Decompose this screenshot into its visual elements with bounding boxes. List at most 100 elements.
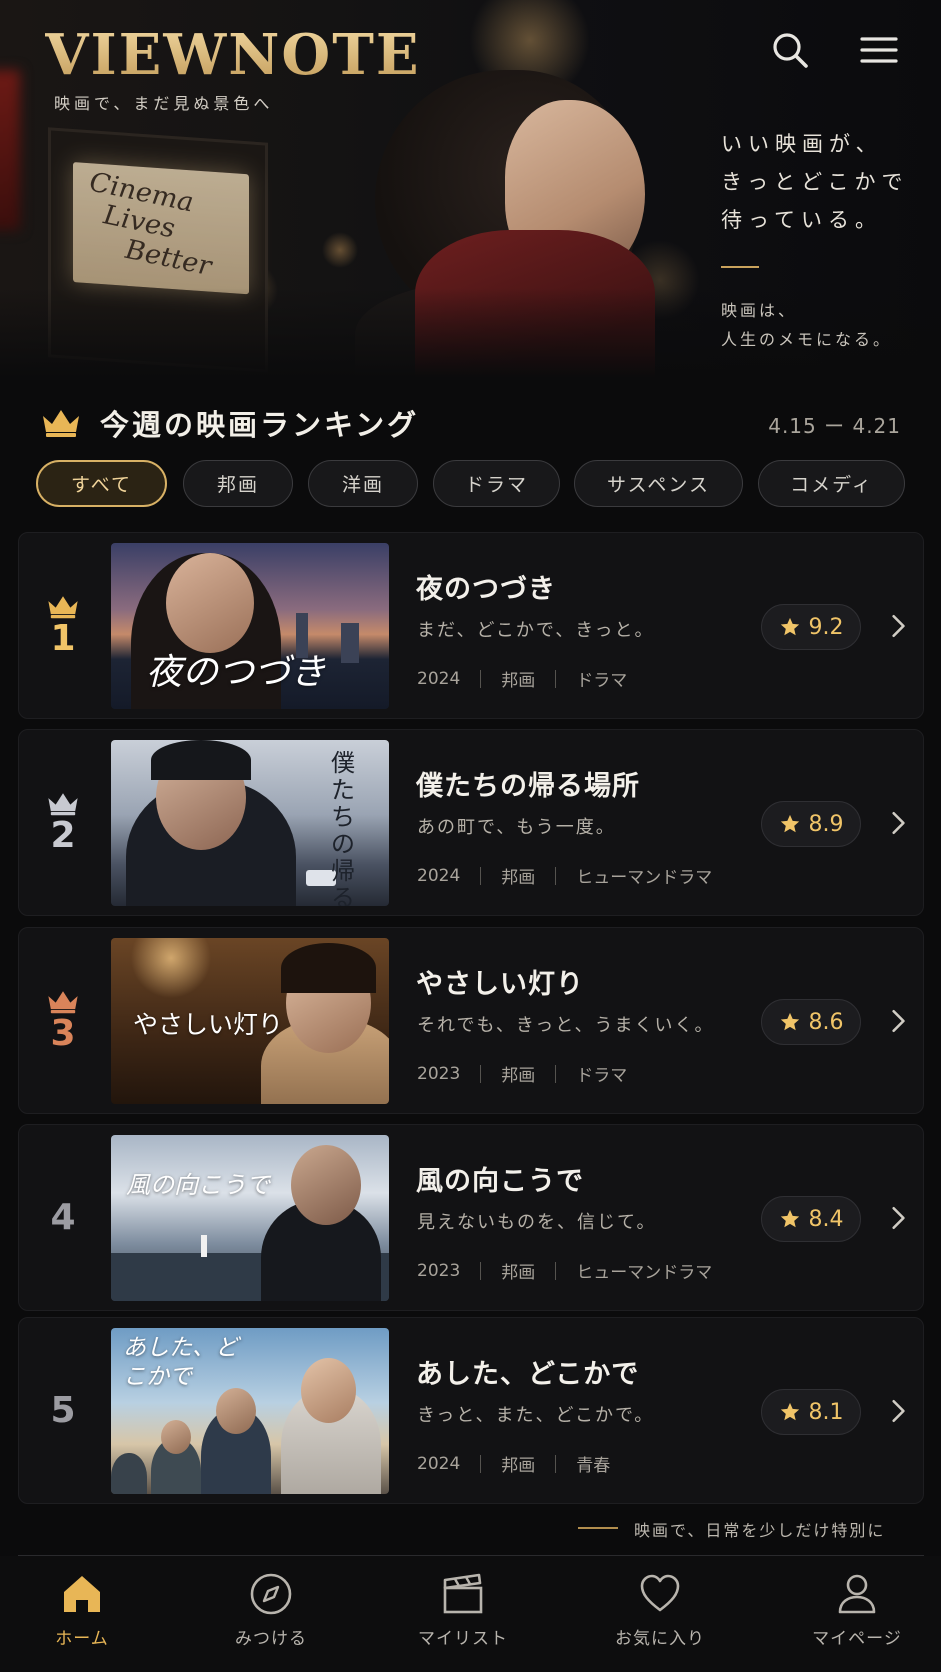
movie-year: 2023 [417,1063,461,1084]
rank-badge: 1 [19,533,107,718]
hero-subcopy: 映画は、 人生のメモになる。 [721,296,892,354]
poster-title: あした、どこかで [123,1335,238,1390]
chip-foreign[interactable]: 洋画 [308,460,418,507]
marquee-sign: Cinema Lives Better [73,162,249,295]
rank-number: 1 [50,617,76,659]
ranking-title: 今週の映画ランキング [100,408,420,442]
star-icon [780,1012,799,1031]
rating-value: 8.4 [808,1206,844,1232]
chevron-right-icon[interactable] [885,1398,911,1424]
movie-meta: 2023 邦画 ヒューマンドラマ [417,1258,713,1284]
rating-value: 8.9 [808,811,844,837]
hero-copy-line: いい映画が、 [721,132,883,156]
nav-label: みつける [235,1629,307,1649]
movie-poster[interactable]: 夜のつづき [111,543,389,709]
home-icon [64,1576,100,1612]
heart-icon [640,1574,680,1612]
ranking-item[interactable]: 1 夜のつづき 夜のつづき まだ、どこかで、きっと。 2024 邦画 ドラマ 9… [18,532,924,719]
hero-sub-line: 人生のメモになる。 [721,330,893,349]
movie-region: 邦画 [501,1456,536,1476]
hero-copy-line: 待っている。 [721,208,882,232]
movie-genre: ヒューマンドラマ [576,868,713,888]
movie-genre: 青春 [576,1456,611,1476]
movie-region: 邦画 [501,671,536,691]
crown-icon [43,410,79,437]
movie-title[interactable]: やさしい灯り [416,962,584,1001]
nav-label: マイリスト [418,1629,508,1649]
rating-badge: 8.1 [761,1389,861,1435]
movie-title[interactable]: あした、どこかで [416,1352,639,1391]
rating-badge: 8.6 [761,999,861,1045]
movie-year: 2024 [417,1453,461,1474]
chevron-right-icon[interactable] [885,613,911,639]
ranking-item[interactable]: 4 風の向こうで 風の向こうで 見えないものを、信じて。 2023 邦画 ヒュー… [18,1124,924,1311]
app-logo[interactable]: VIEWNOTE [45,22,421,88]
movie-genre: ドラマ [576,671,628,691]
chip-drama[interactable]: ドラマ [433,460,560,507]
user-icon [838,1574,876,1614]
crown-icon [48,792,78,815]
chevron-right-icon[interactable] [885,1008,911,1034]
movie-meta: 2023 邦画 ドラマ [417,1061,627,1087]
nav-discover[interactable]: みつける [196,1572,346,1649]
movie-tagline: それでも、きっと、うまくいく。 [417,1015,715,1036]
rank-number: 3 [50,1012,76,1054]
ranking-item[interactable]: 5 あした、どこかで あした、どこかで きっと、また、どこかで。 2024 邦画… [18,1317,924,1504]
search-button[interactable] [766,26,814,74]
chevron-right-icon[interactable] [885,1205,911,1231]
rating-value: 8.1 [808,1399,844,1425]
footer-rule [578,1527,618,1529]
movie-meta: 2024 邦画 ヒューマンドラマ [417,863,713,889]
movie-poster[interactable]: 風の向こうで [111,1135,389,1301]
nav-mypage[interactable]: マイページ [782,1572,932,1649]
movie-title[interactable]: 夜のつづき [416,567,556,606]
chevron-right-icon[interactable] [885,810,911,836]
compass-icon [250,1573,292,1615]
crown-icon [48,595,78,618]
chip-japanese[interactable]: 邦画 [183,460,293,507]
nav-label: マイページ [812,1629,902,1649]
movie-year: 2023 [417,1260,461,1281]
movie-region: 邦画 [501,868,536,888]
poster-title: やさしい灯り [133,1010,284,1039]
chip-comedy[interactable]: コメディ [758,460,905,507]
chip-all[interactable]: すべて [36,460,167,507]
hero-copy-line: きっとどこかで [721,170,909,194]
menu-button[interactable] [855,26,903,74]
movie-title[interactable]: 風の向こうで [416,1159,584,1198]
star-icon [780,617,799,636]
rating-value: 8.6 [808,1009,844,1035]
app-tagline: 映画で、まだ見ぬ景色へ [54,94,274,113]
crown-icon [48,990,78,1013]
movie-poster[interactable]: あした、どこかで [111,1328,389,1494]
neon-glow [0,70,20,230]
movie-year: 2024 [417,865,461,886]
rank-badge: 5 [19,1318,107,1503]
rank-number: 4 [50,1196,76,1238]
movie-tagline: きっと、また、どこかで。 [417,1405,655,1426]
movie-poster[interactable]: やさしい灯り [111,938,389,1104]
movie-tagline: 見えないものを、信じて。 [417,1212,657,1233]
nav-home[interactable]: ホーム [7,1572,157,1649]
nav-favorites[interactable]: お気に入り [585,1572,735,1649]
poster-title: 風の向こうで [126,1171,270,1199]
rating-value: 9.2 [808,614,844,640]
chip-suspense[interactable]: サスペンス [574,460,743,507]
ranking-item[interactable]: 3 やさしい灯り やさしい灯り それでも、きっと、うまくいく。 2023 邦画 … [18,927,924,1114]
movie-tagline: あの町で、もう一度。 [417,817,616,838]
nav-label: お気に入り [615,1629,705,1649]
movie-poster[interactable]: 僕たちの帰る場所 [111,740,389,906]
bottom-navigation: ホーム みつける マイリスト お気に入り マイページ [0,1556,941,1672]
movie-genre: ヒューマンドラマ [576,1263,713,1283]
nav-mylist[interactable]: マイリスト [388,1572,538,1649]
ranking-item[interactable]: 2 僕たちの帰る場所 僕たちの帰る場所 あの町で、もう一度。 2024 邦画 ヒ… [18,729,924,916]
movie-title[interactable]: 僕たちの帰る場所 [416,764,640,803]
movie-tagline: まだ、どこかで、きっと。 [417,620,655,641]
hero-sub-line: 映画は、 [721,301,798,320]
star-icon [780,814,799,833]
menu-icon [860,37,898,63]
rating-badge: 8.4 [761,1196,861,1242]
movie-region: 邦画 [501,1263,536,1283]
clapperboard-icon [443,1573,483,1614]
movie-meta: 2024 邦画 青春 [417,1451,611,1477]
